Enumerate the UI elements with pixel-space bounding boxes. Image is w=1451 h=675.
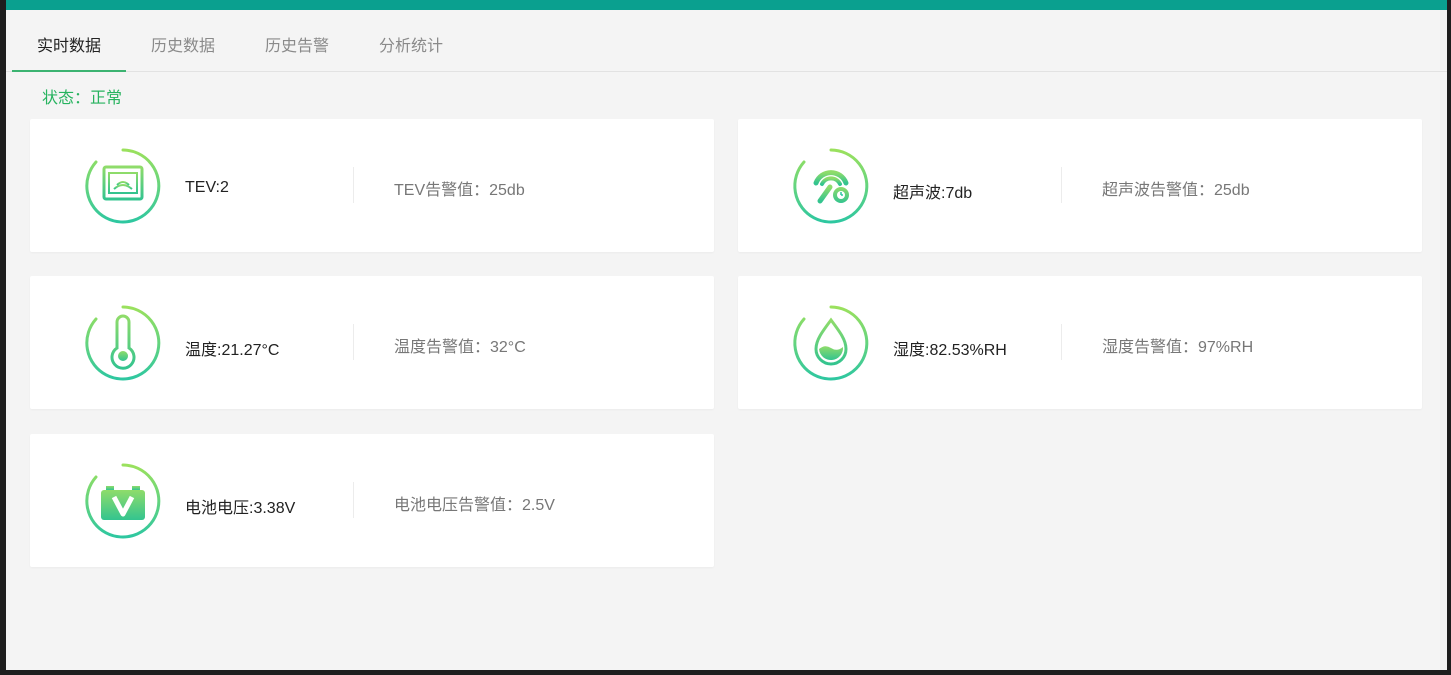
battery-voltage-icon <box>85 463 161 539</box>
tev-monitor-icon <box>85 148 161 224</box>
humidity-card: 湿度:82.53%RH 湿度告警值：97%RH <box>738 276 1422 409</box>
tab-realtime-data[interactable]: 实时数据 <box>12 11 126 72</box>
battery-voltage-threshold: 电池电压告警值：2.5V <box>394 497 555 514</box>
battery-voltage-value: 电池电压:3.38V <box>185 500 296 517</box>
temperature-value: 温度:21.27°C <box>185 342 280 359</box>
tev-value: TEV:2 <box>185 179 229 196</box>
thermometer-icon <box>85 305 161 381</box>
card-divider <box>353 167 354 203</box>
ultrasonic-threshold: 超声波告警值：25db <box>1102 182 1250 199</box>
ultrasonic-sensor-icon <box>793 148 869 224</box>
battery-voltage-card: 电池电压:3.38V 电池电压告警值：2.5V <box>30 434 714 567</box>
humidity-threshold: 湿度告警值：97%RH <box>1102 339 1254 356</box>
card-divider <box>1061 167 1062 203</box>
humidity-value: 湿度:82.53%RH <box>893 342 1007 359</box>
temperature-card: 温度:21.27°C 温度告警值：32°C <box>30 276 714 409</box>
tev-threshold: TEV告警值：25db <box>394 182 525 199</box>
card-divider <box>353 324 354 360</box>
tab-bar: 实时数据 历史数据 历史告警 分析统计 <box>6 11 1447 72</box>
card-divider <box>1061 324 1062 360</box>
temperature-threshold: 温度告警值：32°C <box>394 339 526 356</box>
ultrasonic-value: 超声波:7db <box>893 185 973 202</box>
card-divider <box>353 482 354 518</box>
ultrasonic-card: 超声波:7db 超声波告警值：25db <box>738 119 1422 252</box>
tab-history-alarms[interactable]: 历史告警 <box>240 11 354 71</box>
tev-card: TEV:2 TEV告警值：25db <box>30 119 714 252</box>
water-drop-icon <box>793 305 869 381</box>
top-accent-bar <box>6 0 1447 10</box>
app-window: 实时数据 历史数据 历史告警 分析统计 状态：正常 TEV:2 TEV告警值：2… <box>6 0 1447 670</box>
tab-analysis-statistics[interactable]: 分析统计 <box>354 11 468 71</box>
status-text: 状态：正常 <box>42 90 123 107</box>
tab-history-data[interactable]: 历史数据 <box>126 11 240 71</box>
